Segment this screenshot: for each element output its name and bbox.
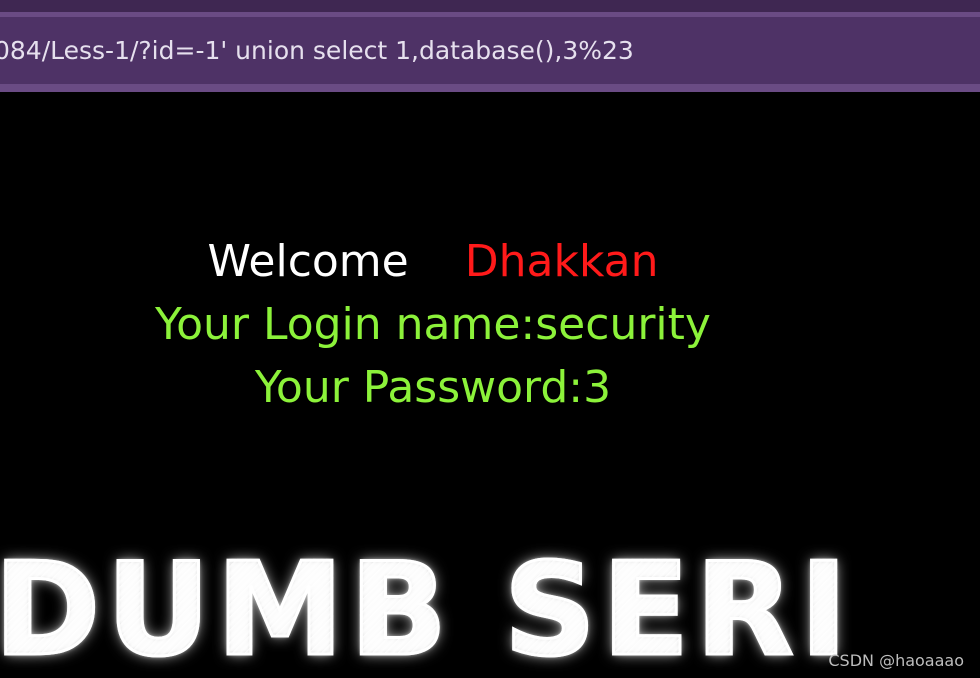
dumb-series-banner: DUMB SERI: [0, 545, 854, 676]
welcome-name: Dhakkan: [464, 236, 659, 287]
browser-toolbar: [0, 0, 980, 92]
page-content: Welcome Dhakkan Your Login name:security …: [0, 92, 980, 678]
csdn-watermark: CSDN @haoaaao: [828, 651, 964, 670]
address-bar-input[interactable]: [0, 17, 980, 84]
login-name-line: Your Login name:security: [155, 299, 711, 350]
tab-strip: [0, 0, 980, 12]
welcome-label: Welcome: [207, 236, 409, 287]
welcome-line: Welcome Dhakkan: [0, 236, 866, 287]
password-line: Your Password:3: [254, 362, 612, 413]
toolbar-bottom-border: [0, 84, 980, 92]
